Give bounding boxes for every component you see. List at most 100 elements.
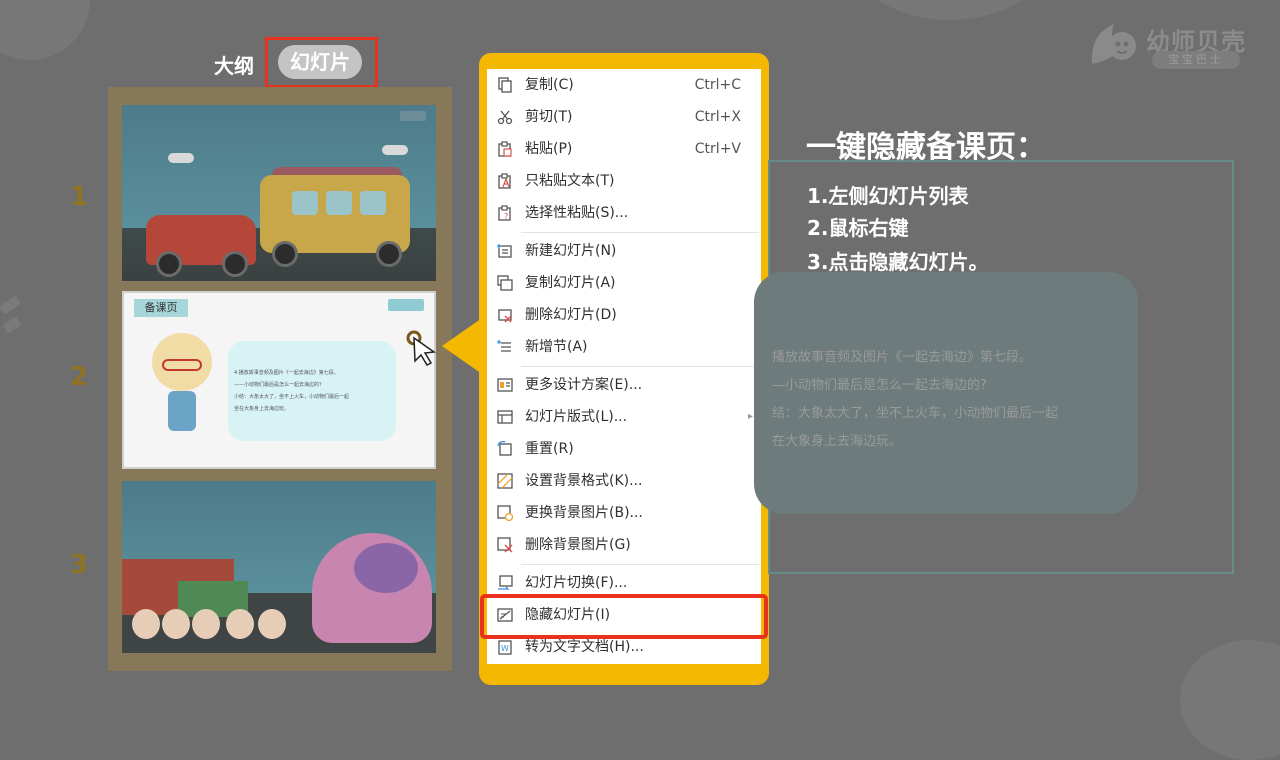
add-section-icon	[497, 340, 511, 352]
background-slide-text: 在大象身上去海边玩。	[772, 434, 903, 449]
change-background-icon	[497, 505, 513, 521]
delete-slide-icon	[498, 309, 512, 323]
instructions-title: 一键隐藏备课页：	[806, 130, 1046, 165]
slide-thumbnail-1[interactable]	[122, 105, 436, 281]
shortcut-label: Ctrl+X	[694, 109, 741, 125]
slide-thumbnail-3[interactable]	[122, 481, 436, 653]
new-slide-icon	[497, 244, 512, 258]
lesson-prep-badge: 备课页	[134, 299, 188, 317]
menu-item-label: 重置(R)	[525, 441, 574, 457]
menu-item-label: 剪切(T)	[525, 109, 573, 125]
menu-item-delete-slide[interactable]: 删除幻灯片(D)	[487, 299, 761, 331]
menu-item-paste[interactable]: 粘贴(P) Ctrl+V	[487, 133, 761, 165]
convert-doc-icon: W	[498, 640, 512, 655]
decorative-circle	[1180, 640, 1280, 760]
instruction-step: 3.点击隐藏幻灯片。	[807, 250, 989, 274]
bubble-text-line: 小结：大象太大了，坐不上火车，小动物们最后一起	[234, 394, 350, 400]
menu-item-reset[interactable]: 重置(R)	[487, 433, 761, 465]
instruction-step: 2.鼠标右键	[807, 216, 909, 240]
bubble-text-line: 坐在大象身上去海边玩。	[234, 406, 290, 412]
decorative-circle	[0, 0, 90, 60]
menu-item-paste-text[interactable]: 只粘贴文本(T)	[487, 165, 761, 197]
menu-item-label: 幻灯片版式(L)...	[525, 409, 628, 425]
menu-item-new-slide[interactable]: 新建幻灯片(N)	[487, 235, 761, 267]
menu-separator	[521, 232, 759, 233]
mouse-pointer-icon	[406, 330, 437, 366]
slide-number: 3	[70, 550, 89, 580]
shortcut-label: Ctrl+V	[694, 141, 741, 157]
menu-item-label: 删除幻灯片(D)	[525, 307, 617, 323]
wheel-illustration	[272, 241, 298, 267]
decorative-stripe	[2, 316, 22, 334]
scissors-icon	[497, 110, 513, 125]
cloud-illustration	[168, 153, 194, 163]
shell-logo-icon	[1091, 24, 1136, 64]
slide-number: 2	[70, 362, 89, 392]
menu-item-label: 新建幻灯片(N)	[525, 243, 617, 259]
decorative-circle	[850, 0, 1050, 20]
layout-icon	[497, 410, 513, 424]
context-menu: 复制(C) Ctrl+C 剪切(T) Ctrl+X 粘贴(P) Ctrl+V 只…	[487, 69, 761, 664]
transition-icon	[498, 575, 513, 590]
menu-item-duplicate-slide[interactable]: 复制幻灯片(A)	[487, 267, 761, 299]
slide-thumbnail-2[interactable]: 备课页 4.播放故事音频及图片《一起去海边》第七段。 ——小动物们最后是怎么一起…	[122, 291, 436, 469]
cloud-illustration	[382, 145, 408, 155]
menu-item-label: 复制幻灯片(A)	[525, 275, 616, 291]
bubble-text-line: ——小动物们最后是怎么一起去海边的？	[234, 382, 325, 388]
tab-outline[interactable]: 大纲	[214, 50, 254, 79]
highlight-box-hide-slide	[480, 594, 768, 639]
menu-item-delete-background[interactable]: 删除背景图片(G)	[487, 529, 761, 561]
shortcut-label: Ctrl+C	[694, 77, 741, 93]
duplicate-slide-icon	[497, 275, 513, 291]
instruction-step: 1.左侧幻灯片列表	[807, 184, 969, 208]
background-slide-text: 结：大象太大了，坐不上火车，小动物们最后一起	[772, 406, 1059, 421]
animal-illustration	[226, 609, 254, 639]
wheel-illustration	[376, 241, 402, 267]
menu-item-more-designs[interactable]: 更多设计方案(E)...	[487, 369, 761, 401]
bubble-text-line: 4.播放故事音频及图片《一起去海边》第七段。	[234, 370, 339, 376]
character-glasses-illustration	[162, 359, 202, 371]
menu-separator	[521, 564, 759, 565]
animal-illustration	[258, 609, 286, 639]
menu-item-change-background[interactable]: 更换背景图片(B)...	[487, 497, 761, 529]
reset-icon	[497, 441, 512, 456]
elephant-ear-illustration	[354, 543, 418, 593]
slide-number: 1	[70, 182, 89, 212]
highlight-box-slides-tab	[265, 37, 378, 88]
bus-window	[360, 191, 386, 215]
slide-logo	[388, 299, 424, 311]
bus-window	[292, 191, 318, 215]
callout-arrow	[442, 318, 482, 374]
menu-item-background-format[interactable]: 设置背景格式(K)...	[487, 465, 761, 497]
speech-bubble: 4.播放故事音频及图片《一起去海边》第七段。 ——小动物们最后是怎么一起去海边的…	[228, 341, 396, 441]
animal-illustration	[192, 609, 220, 639]
brand-tagline: 宝宝巴士	[1152, 51, 1240, 69]
menu-item-label: 更多设计方案(E)...	[525, 377, 643, 393]
menu-item-label: 只粘贴文本(T)	[525, 173, 615, 189]
menu-item-slide-layout[interactable]: 幻灯片版式(L)... ▸	[487, 401, 761, 433]
delete-background-icon	[497, 537, 513, 553]
menu-item-paste-special[interactable]: ? 选择性粘贴(S)...	[487, 197, 761, 229]
menu-item-label: 复制(C)	[525, 77, 574, 93]
svg-text:W: W	[501, 644, 509, 653]
copy-icon	[498, 77, 512, 93]
paste-text-icon	[498, 173, 511, 189]
submenu-arrow-icon: ▸	[747, 411, 753, 422]
design-icon	[497, 378, 513, 392]
background-slide-text: 播放故事音频及图片《一起去海边》第七段。	[772, 350, 1033, 365]
menu-item-cut[interactable]: 剪切(T) Ctrl+X	[487, 101, 761, 133]
menu-item-add-section[interactable]: 新增节(A)	[487, 331, 761, 363]
wheel-illustration	[222, 251, 248, 277]
svg-text:?: ?	[504, 212, 508, 221]
brand-logo: 幼师贝壳 宝宝巴士	[1088, 20, 1248, 72]
menu-item-label: 幻灯片切换(F)...	[525, 575, 628, 591]
bus-window	[326, 191, 352, 215]
menu-separator	[521, 366, 759, 367]
paste-icon	[498, 141, 512, 157]
menu-item-label: 粘贴(P)	[525, 141, 573, 157]
wheel-illustration	[156, 251, 182, 277]
menu-item-label: 新增节(A)	[525, 339, 588, 355]
slide-logo	[400, 111, 426, 121]
character-body-illustration	[168, 391, 196, 431]
menu-item-copy[interactable]: 复制(C) Ctrl+C	[487, 69, 761, 101]
